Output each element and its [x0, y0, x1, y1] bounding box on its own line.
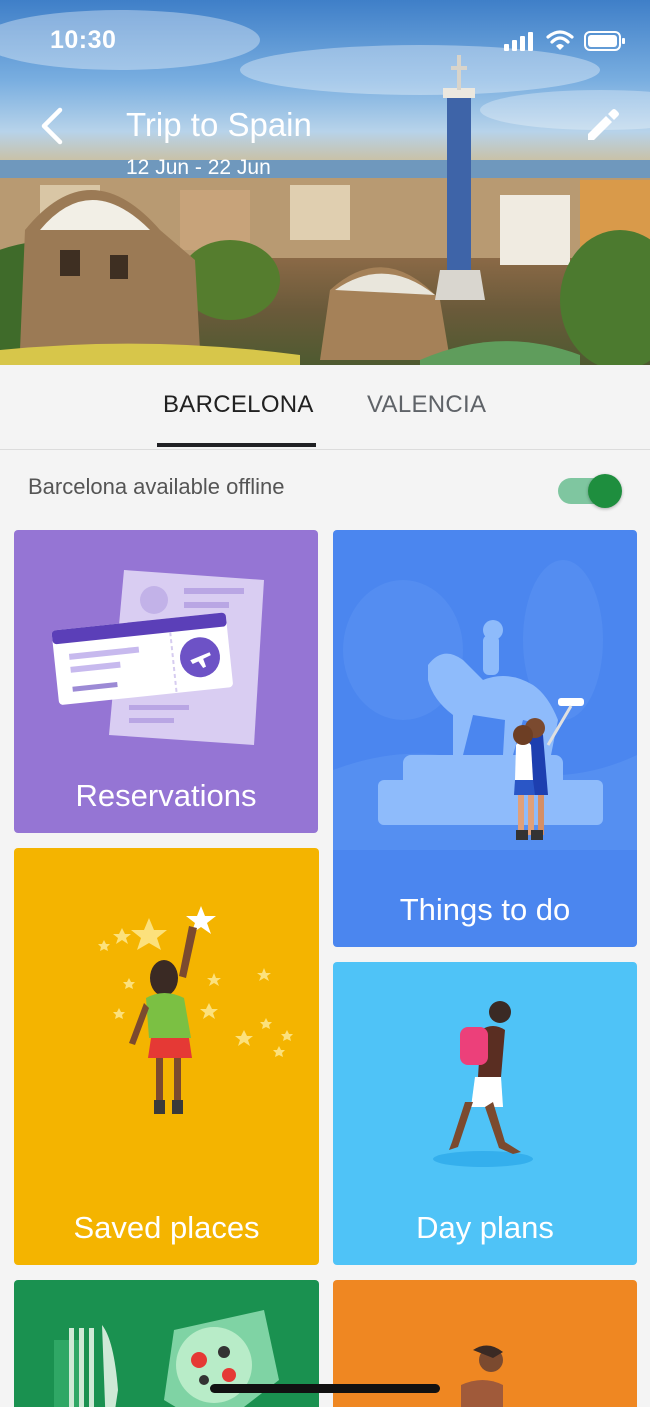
edit-pencil-icon[interactable] — [582, 104, 624, 146]
back-arrow-icon[interactable] — [34, 104, 74, 148]
reservations-label: Reservations — [75, 778, 257, 813]
status-time: 10:30 — [50, 26, 117, 54]
day-plans-card[interactable]: Day plans — [333, 962, 637, 1265]
city-tabs: BARCELONA VALENCIA — [0, 365, 650, 450]
wifi-icon — [546, 30, 574, 50]
signal-icon — [504, 32, 533, 51]
trip-dates: 12 Jun - 22 Jun — [126, 156, 271, 179]
battery-icon — [584, 31, 625, 51]
status-bar: 10:30 — [0, 0, 650, 80]
day-plans-label: Day plans — [416, 1210, 554, 1245]
page-title: Trip to Spain — [126, 106, 312, 143]
saved-places-card[interactable]: Saved places — [14, 848, 319, 1265]
toggle-knob — [588, 474, 622, 508]
things-to-do-label: Things to do — [399, 892, 571, 927]
things-to-do-illustration — [333, 560, 637, 850]
reservations-card[interactable]: Reservations — [14, 530, 318, 833]
selected-tab-indicator — [157, 443, 316, 447]
things-to-do-card[interactable]: Things to do — [333, 530, 637, 947]
tab-valencia[interactable]: VALENCIA — [367, 391, 486, 419]
status-icons — [504, 30, 626, 52]
saved-places-illustration — [98, 906, 293, 1114]
offline-toggle[interactable] — [558, 474, 622, 508]
home-indicator — [210, 1384, 440, 1393]
saved-places-label: Saved places — [73, 1210, 260, 1245]
offline-label: Barcelona available offline — [28, 474, 285, 499]
tab-barcelona[interactable]: BARCELONA — [163, 391, 314, 419]
header-hero-image: 10:30 Trip to Spain 12 Jun - 22 Jun — [0, 0, 650, 365]
